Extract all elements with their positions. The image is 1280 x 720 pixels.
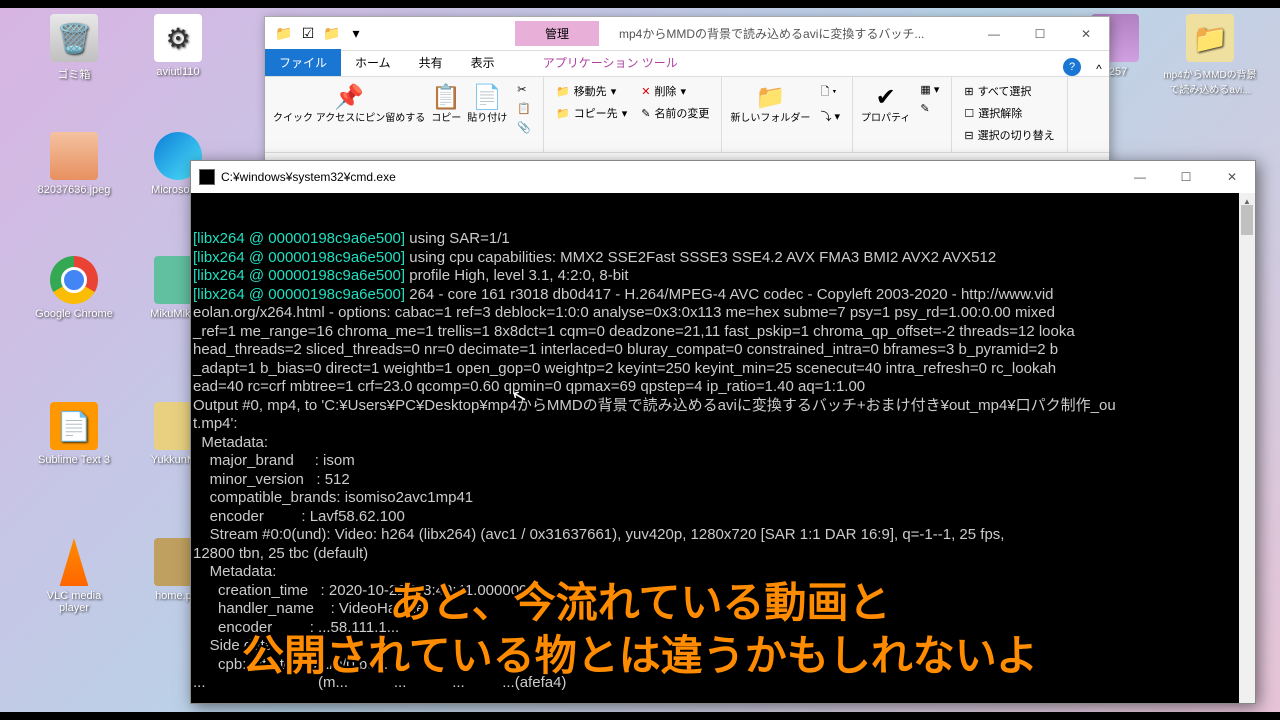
subtitle-line: 公開されている物とは違うかもしれないよ xyxy=(242,630,1038,683)
subtitle-line: あと、今流れている動画と xyxy=(242,577,1038,630)
tab-application-tools[interactable]: アプリケーション ツール xyxy=(529,49,692,76)
scrollbar-thumb[interactable] xyxy=(1241,205,1253,235)
ribbon-rename[interactable]: ✎ 名前の変更 xyxy=(637,103,713,123)
ribbon-easy-access[interactable]: ⤵ ▾ xyxy=(816,106,844,126)
vlc-icon xyxy=(50,538,98,586)
ribbon-new-folder[interactable]: 📁 新しいフォルダー xyxy=(730,81,810,124)
app-icon: ⚙ xyxy=(154,14,202,62)
folder-icon[interactable]: 📁 xyxy=(273,23,295,45)
recycle-bin-icon: 🗑️ xyxy=(50,14,98,62)
pin-icon: 📌 xyxy=(273,81,425,113)
icon-label: aviutl110 xyxy=(138,66,218,78)
qat-btn[interactable]: ☑ xyxy=(297,23,319,45)
ribbon-delete[interactable]: ✕ 削除 ▾ xyxy=(637,81,713,101)
help-icon[interactable]: ? xyxy=(1063,58,1081,76)
desktop-icon-jpeg[interactable]: 82037636.jpeg xyxy=(34,132,114,196)
shortcut-icon: 📎 xyxy=(517,121,531,134)
ribbon-content: 📌 クイック アクセスにピン留めする 📋 コピー 📄 貼り付け ✂ 📋 📎 xyxy=(265,77,1109,153)
ribbon-cut[interactable]: ✂ xyxy=(513,81,535,98)
quick-access-toolbar: 📁 ☑ 📁 ▾ xyxy=(265,23,375,45)
ribbon-open[interactable]: ▦ ▾ xyxy=(916,81,943,98)
ribbon-tabs: ファイル ホーム 共有 表示 アプリケーション ツール ? ^ xyxy=(265,51,1109,77)
context-tab-label: 管理 xyxy=(515,21,599,46)
folder-icon[interactable]: 📁 xyxy=(321,23,343,45)
minimize-button[interactable]: — xyxy=(1117,162,1163,192)
ribbon-copy-path[interactable]: 📋 xyxy=(513,100,535,117)
ribbon-paste[interactable]: 📄 貼り付け xyxy=(467,81,507,124)
close-button[interactable]: ✕ xyxy=(1209,162,1255,192)
cmd-icon xyxy=(199,169,215,185)
icon-label: VLC media player xyxy=(34,590,114,614)
sublime-icon: 📄 xyxy=(50,402,98,450)
ribbon-copy-to[interactable]: 📁 コピー先 ▾ xyxy=(552,103,631,123)
desktop-icon-vlc[interactable]: VLC media player xyxy=(34,538,114,614)
image-icon xyxy=(50,132,98,180)
desktop-icon-recycle-bin[interactable]: 🗑️ ゴミ箱 xyxy=(34,14,114,82)
close-button[interactable]: ✕ xyxy=(1063,19,1109,49)
paste-icon: 📄 xyxy=(467,81,507,113)
ribbon-move-to[interactable]: 📁 移動先 ▾ xyxy=(552,81,631,101)
tab-home[interactable]: ホーム xyxy=(341,49,405,76)
icon-label: Sublime Text 3 xyxy=(34,454,114,466)
icon-label: 82037636.jpeg xyxy=(34,184,114,196)
chrome-icon xyxy=(50,256,98,304)
explorer-window: 📁 ☑ 📁 ▾ 管理 mp4からMMDの背景で読み込めるaviに変換するバッチ.… xyxy=(264,16,1110,166)
explorer-titlebar[interactable]: 📁 ☑ 📁 ▾ 管理 mp4からMMDの背景で読み込めるaviに変換するバッチ.… xyxy=(265,17,1109,51)
ribbon-quick-access[interactable]: 📌 クイック アクセスにピン留めする xyxy=(273,81,425,124)
new-folder-icon: 📁 xyxy=(730,81,810,113)
ribbon-edit[interactable]: ✎ xyxy=(916,100,943,117)
maximize-button[interactable]: ☐ xyxy=(1017,19,1063,49)
cmd-title: C:¥windows¥system32¥cmd.exe xyxy=(221,170,1117,184)
ribbon-new-item[interactable]: 🗋 ▾ xyxy=(816,81,844,104)
properties-icon: ✔ xyxy=(861,81,910,113)
desktop-icon-sublime[interactable]: 📄 Sublime Text 3 xyxy=(34,402,114,466)
dropdown-icon[interactable]: ▾ xyxy=(345,23,367,45)
delete-icon: ✕ xyxy=(641,85,650,98)
ribbon-select-all[interactable]: ⊞ すべて選択 xyxy=(960,81,1058,101)
ribbon-copy[interactable]: 📋 コピー xyxy=(431,81,461,124)
minimize-button[interactable]: — xyxy=(971,19,1017,49)
ribbon-properties[interactable]: ✔ プロパティ xyxy=(861,81,910,124)
tab-share[interactable]: 共有 xyxy=(405,49,457,76)
icon-label: ゴミ箱 xyxy=(34,66,114,82)
folder-icon: 📁 xyxy=(1186,14,1234,62)
ribbon-select-none[interactable]: ☐ 選択解除 xyxy=(960,103,1058,123)
ribbon-invert-selection[interactable]: ⊟ 選択の切り替え xyxy=(960,125,1058,145)
collapse-ribbon-icon[interactable]: ^ xyxy=(1089,62,1109,76)
video-subtitle: あと、今流れている動画と 公開されている物とは違うかもしれないよ xyxy=(242,577,1038,682)
icon-label: Google Chrome xyxy=(34,308,114,320)
window-title: mp4からMMDの背景で読み込めるaviに変換するバッチ... xyxy=(599,25,971,42)
tab-view[interactable]: 表示 xyxy=(457,49,509,76)
scroll-up-icon[interactable]: ▲ xyxy=(1239,193,1255,205)
scrollbar[interactable]: ▲ xyxy=(1239,193,1255,703)
desktop-icon-aviutl[interactable]: ⚙ aviutl110 xyxy=(138,14,218,78)
copy-icon: 📋 xyxy=(431,81,461,113)
desktop: 🗑️ ゴミ箱 ⚙ aviutl110 82037636.jpeg Microso… xyxy=(0,8,1280,712)
cut-icon: ✂ xyxy=(517,83,526,96)
tab-file[interactable]: ファイル xyxy=(265,49,341,76)
desktop-icon-chrome[interactable]: Google Chrome xyxy=(34,256,114,320)
path-icon: 📋 xyxy=(517,102,531,115)
icon-label: mp4からMMDの背景で読み込めるavi... xyxy=(1160,66,1260,96)
maximize-button[interactable]: ☐ xyxy=(1163,162,1209,192)
ribbon-shortcut[interactable]: 📎 xyxy=(513,119,535,136)
cmd-titlebar[interactable]: C:¥windows¥system32¥cmd.exe — ☐ ✕ xyxy=(191,161,1255,193)
desktop-icon-right2[interactable]: 📁 mp4からMMDの背景で読み込めるavi... xyxy=(1160,14,1260,96)
